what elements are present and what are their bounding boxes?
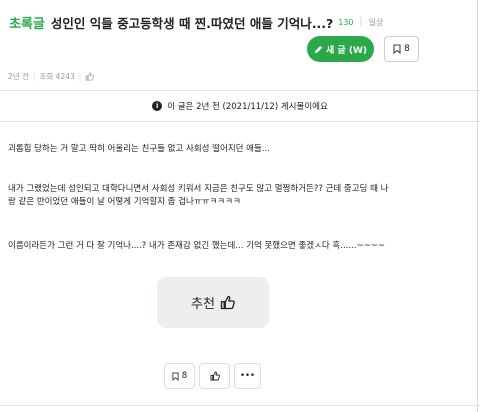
bookmark-icon: [172, 372, 179, 381]
category-label[interactable]: 일상: [369, 17, 384, 28]
view-count: 조회 4243: [39, 71, 75, 81]
divider: [477, 0, 478, 412]
bookmark-button[interactable]: 8: [164, 363, 195, 389]
pencil-icon: [314, 45, 323, 53]
board-name[interactable]: 초록글: [9, 13, 45, 32]
divider: [0, 405, 480, 406]
body-paragraph: 랑 같은 반이었던 애들이 날 어떻게 기억할지 좀 겁나ㅠㅠㅋㅋㅋㅋ: [8, 197, 241, 207]
bookmark-count: 8: [181, 371, 188, 381]
divider: |: [359, 17, 363, 27]
post-action-bar: 8 •••: [164, 363, 261, 389]
thumbs-up-icon: [220, 295, 235, 310]
post-meta: 2년 전 | 조회 4243 |: [8, 70, 95, 82]
bookmark-count: 8: [404, 44, 410, 54]
page-title: 성인인 익들 중고등학생 때 찐.따였던 애들 기억나...?: [50, 15, 334, 31]
divider: |: [32, 71, 36, 81]
like-button[interactable]: [199, 363, 230, 389]
thumbs-up-icon: [210, 371, 220, 381]
info-icon: i: [152, 101, 163, 111]
recommend-label: 추천: [191, 297, 215, 312]
notice-text: 이 글은 2년 전 (2021/11/12) 게시물이에요: [167, 102, 328, 112]
thumbs-up-icon[interactable]: [85, 71, 95, 81]
post-title-row: 초록글 성인인 익들 중고등학생 때 찐.따였던 애들 기억나...? 130 …: [6, 10, 383, 34]
bookmark-icon: [393, 44, 401, 54]
recommend-button[interactable]: 추천: [157, 277, 269, 328]
bookmark-button[interactable]: 8: [384, 36, 419, 62]
more-options-button[interactable]: •••: [234, 363, 261, 389]
write-new-post-button[interactable]: 새 글 (W): [307, 36, 374, 62]
post-time: 2년 전: [8, 71, 29, 81]
body-paragraph: 이름이라든가 그런 거 다 잘 기억나....? 내가 존재감 없긴 했는데..…: [8, 241, 385, 251]
body-paragraph: 내가 그랬었는데 성인되고 대학다니면서 사회성 키워서 지금은 친구도 많고 …: [8, 184, 389, 194]
more-icon: •••: [239, 371, 256, 381]
divider: |: [78, 71, 82, 81]
write-button-label: 새 글 (W): [326, 45, 367, 56]
old-post-notice: i 이 글은 2년 전 (2021/11/12) 게시물이에요: [0, 90, 480, 122]
body-paragraph: 괴롭힘 당하는 거 말고 딱히 어울리는 친구들 없고 사회성 떨어지던 애들.…: [8, 144, 270, 154]
comment-count[interactable]: 130: [338, 18, 353, 27]
